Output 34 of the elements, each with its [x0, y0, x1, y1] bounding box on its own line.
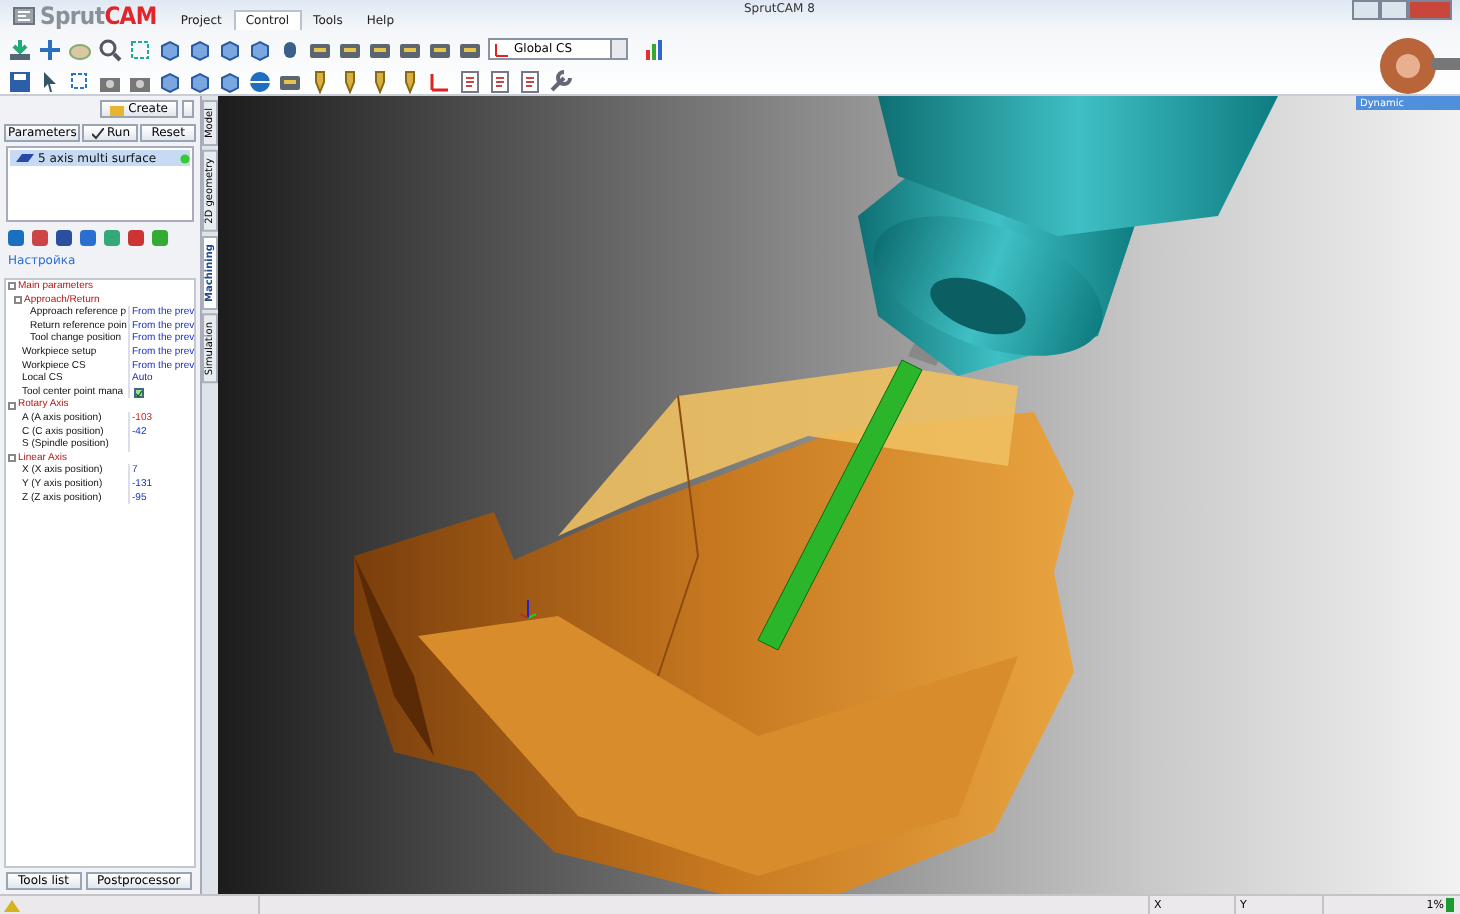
doc-icon[interactable] — [518, 69, 542, 93]
status-icon — [4, 898, 20, 912]
cube-icon[interactable] — [158, 37, 182, 61]
save-icon[interactable] — [8, 69, 32, 93]
chart-icon[interactable] — [642, 37, 666, 61]
cylinder-icon[interactable] — [278, 37, 302, 61]
globe-icon[interactable] — [248, 69, 272, 93]
cube-icon[interactable] — [248, 37, 272, 61]
cs-icon — [494, 41, 510, 57]
minimize-button[interactable] — [1352, 0, 1380, 20]
axis-triad-icon — [518, 596, 538, 620]
maximize-button[interactable] — [1380, 0, 1408, 20]
doc-icon[interactable] — [488, 69, 512, 93]
download-icon[interactable] — [8, 37, 32, 61]
checkbox[interactable] — [134, 387, 144, 398]
cs-icon[interactable] — [428, 69, 452, 93]
surface-icon — [16, 152, 34, 164]
cube-icon[interactable] — [188, 37, 212, 61]
checkmark-icon — [136, 389, 142, 398]
gear-illustration — [1380, 38, 1460, 94]
doc-icon[interactable] — [458, 69, 482, 93]
zoom-icon[interactable] — [98, 37, 122, 61]
select-icon[interactable] — [68, 69, 92, 93]
folder-icon — [110, 103, 125, 115]
wrench-icon[interactable] — [548, 69, 572, 93]
checkmark-icon — [91, 127, 103, 139]
cursor-icon[interactable] — [38, 69, 62, 93]
app-logo: SprutCAM — [12, 0, 157, 30]
status-icon — [180, 153, 190, 163]
move-icon[interactable] — [38, 37, 62, 61]
logo-icon — [12, 5, 36, 25]
progress-icon — [1446, 898, 1454, 912]
cube-icon[interactable] — [188, 69, 212, 93]
cube-icon[interactable] — [218, 37, 242, 61]
